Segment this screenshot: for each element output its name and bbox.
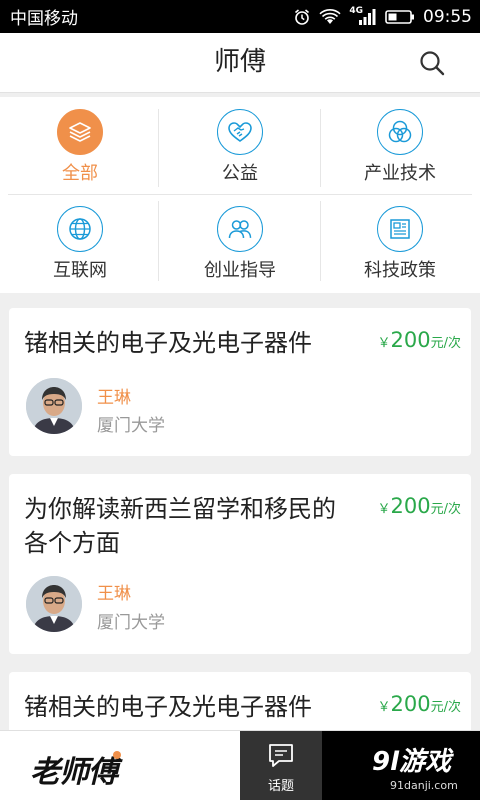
watermark-url: 91danji.com: [390, 779, 458, 792]
category-industry-tech[interactable]: 产业技术: [320, 97, 480, 193]
battery-icon: [385, 9, 415, 25]
network-type: 4G: [349, 5, 363, 16]
avatar[interactable]: [26, 378, 82, 434]
layers-icon: [57, 109, 103, 155]
price-unit: 元/次: [430, 336, 461, 351]
globe-icon: [57, 206, 103, 252]
topic-card[interactable]: 锗相关的电子及光电子器件 ￥200元/次 王琳 厦门大学: [9, 308, 471, 456]
category-startup-guidance[interactable]: 创业指导: [160, 194, 320, 290]
alarm-icon: [293, 8, 311, 26]
category-label: 全部: [62, 163, 98, 184]
clock: 09:55: [423, 6, 472, 27]
category-internet[interactable]: 互联网: [0, 194, 160, 290]
topic-price: ￥200元/次: [377, 328, 462, 352]
app-logo[interactable]: 老师傅: [30, 747, 121, 791]
mentor-name: 王琳: [97, 388, 131, 408]
topic-card[interactable]: 为你解读新西兰留学和移民的各个方面 ￥200元/次 王琳 厦门大学: [9, 474, 471, 654]
newspaper-icon: [377, 206, 423, 252]
wifi-icon: [319, 8, 341, 26]
topic-title: 锗相关的电子及光电子器件: [24, 329, 312, 357]
category-label: 创业指导: [204, 260, 276, 281]
mentor-name: 王琳: [97, 584, 131, 604]
chat-bubble-icon: [266, 741, 296, 775]
handshake-icon: [217, 109, 263, 155]
price-value: 200: [390, 692, 431, 716]
watermark-brand: 9l游戏: [372, 747, 452, 777]
carrier-label: 中国移动: [10, 9, 78, 29]
search-button[interactable]: [418, 49, 446, 77]
price-value: 200: [390, 494, 431, 518]
tab-label: 话题: [267, 779, 294, 794]
price-value: 200: [390, 328, 431, 352]
app-header: 师傅: [0, 33, 480, 93]
people-icon: [217, 206, 263, 252]
avatar[interactable]: [26, 576, 82, 632]
category-tech-policy[interactable]: 科技政策: [320, 194, 480, 290]
overlap-circles-icon: [377, 109, 423, 155]
topic-price: ￥200元/次: [377, 494, 462, 518]
search-icon: [420, 51, 445, 76]
mentor-school: 厦门大学: [97, 416, 165, 436]
category-label: 产业技术: [364, 163, 436, 184]
page-title: 师傅: [213, 47, 266, 77]
bottom-nav-bar: 老师傅 话题 9l游戏 91danji.com: [0, 730, 480, 800]
topic-title: 为你解读新西兰留学和移民的各个方面: [24, 495, 336, 557]
logo-dot: [113, 751, 121, 759]
category-label: 科技政策: [364, 260, 436, 281]
watermark: 9l游戏 91danji.com: [322, 731, 480, 800]
mentor-school: 厦门大学: [97, 613, 165, 633]
status-icons: 4G 09:55: [293, 5, 472, 27]
topic-title: 锗相关的电子及光电子器件: [24, 693, 312, 721]
price-unit: 元/次: [430, 502, 461, 517]
category-all[interactable]: 全部: [0, 97, 160, 193]
category-grid: 全部 公益 产业技术 互联网 创业指导 科技政策: [0, 97, 480, 293]
topic-price: ￥200元/次: [377, 692, 462, 716]
category-charity[interactable]: 公益: [160, 97, 320, 193]
category-label: 公益: [222, 163, 258, 184]
tab-topics[interactable]: 话题: [240, 731, 322, 800]
price-unit: 元/次: [430, 700, 461, 715]
status-bar: 中国移动 4G 09:55: [0, 0, 480, 33]
category-label: 互联网: [53, 260, 107, 281]
cellular-signal-icon: 4G: [349, 5, 377, 26]
